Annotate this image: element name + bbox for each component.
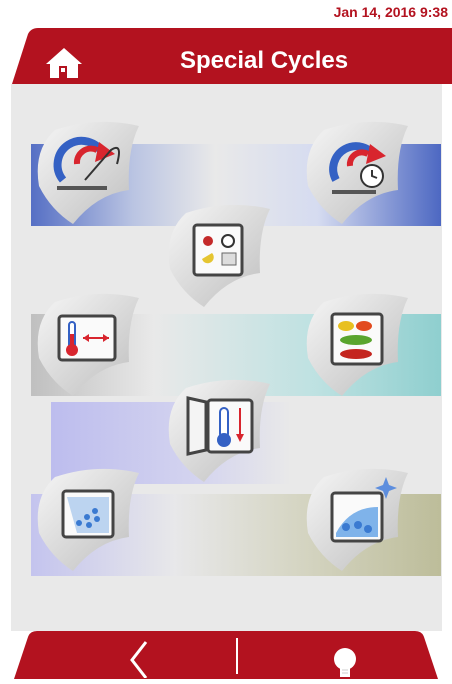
calendar-schedule-button[interactable] — [168, 203, 272, 307]
sanitize-cycle-icon — [306, 468, 408, 571]
delayed-start-cycle-button[interactable] — [37, 120, 141, 224]
light-button[interactable] — [322, 645, 368, 679]
footer-bar — [14, 631, 438, 679]
back-button[interactable] — [120, 638, 160, 679]
home-icon — [46, 48, 82, 78]
blast-chill-open-door-button[interactable] — [168, 378, 272, 482]
temperature-range-button[interactable] — [37, 292, 141, 396]
food-shelves-icon — [306, 293, 408, 396]
temperature-range-icon — [37, 293, 139, 396]
blast-chill-open-door-icon — [168, 379, 270, 482]
page-title: Special Cycles — [180, 47, 349, 74]
light-bulb-icon — [334, 648, 356, 677]
footer-divider — [236, 638, 238, 674]
sanitize-cycle-button[interactable] — [306, 467, 410, 571]
home-button[interactable] — [40, 44, 88, 80]
timed-cycle-icon — [306, 121, 408, 224]
defrost-icon — [37, 468, 139, 571]
delayed-start-cycle-icon — [37, 121, 139, 224]
date-time: Jan 14, 2016 9:38 — [333, 4, 448, 20]
calendar-schedule-icon — [168, 204, 270, 307]
defrost-button[interactable] — [37, 467, 141, 571]
chevron-left-icon — [130, 641, 148, 679]
food-shelves-button[interactable] — [306, 292, 410, 396]
timed-cycle-button[interactable] — [306, 120, 410, 224]
